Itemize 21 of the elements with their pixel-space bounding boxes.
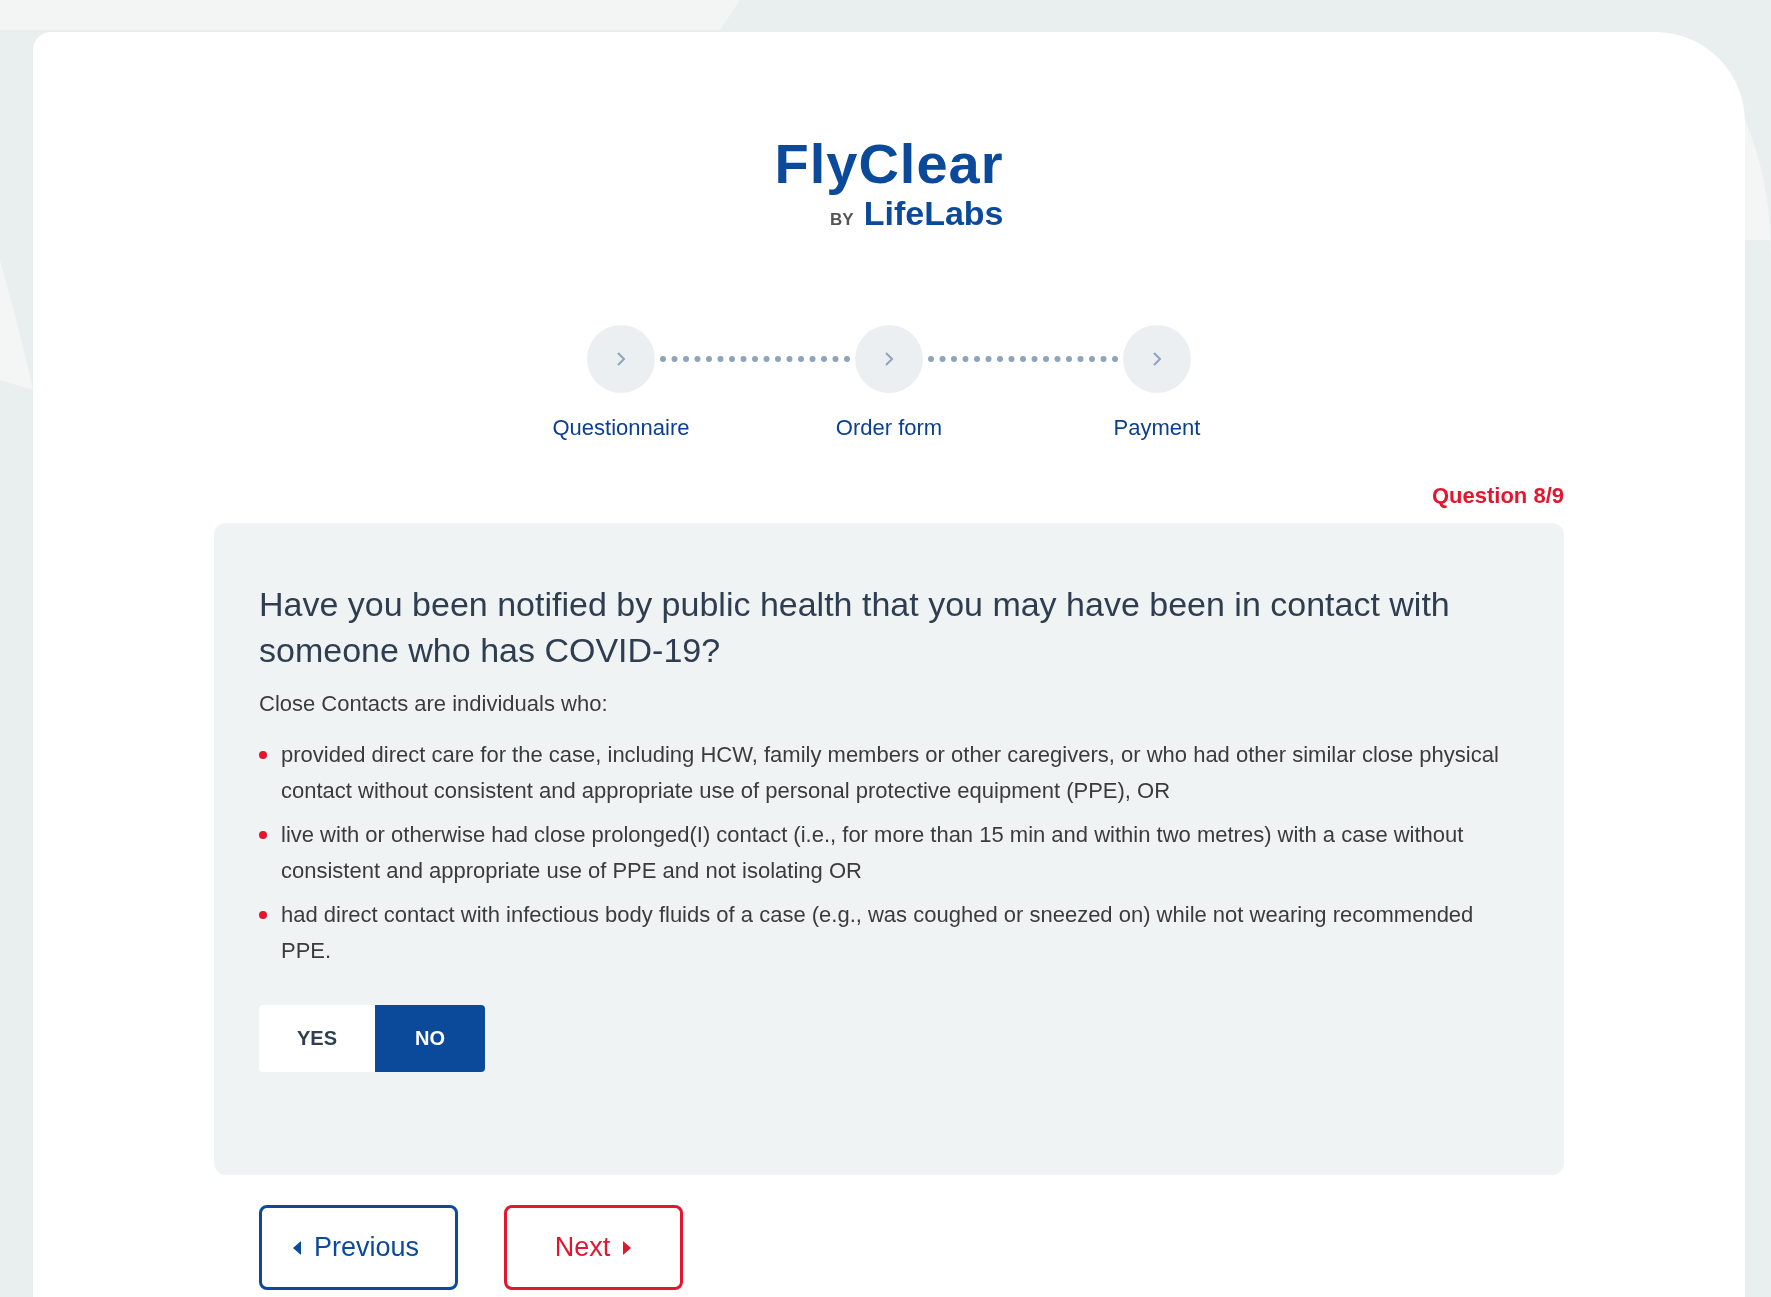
previous-button[interactable]: Previous [259, 1205, 458, 1290]
bullet-text: had direct contact with infectious body fluids of a case (e.g., was coughed or sneezed on) while not wearing recommended PPE. [281, 901, 1475, 965]
bullet-icon [259, 831, 267, 839]
logo-byline: BY [830, 210, 854, 230]
answer-option[interactable]: NO [375, 1005, 486, 1072]
question-counter: Question 8/9 [1431, 483, 1564, 509]
chevron-right-icon [616, 351, 626, 367]
step-label[interactable]: Order form [835, 415, 943, 441]
bullet-icon [259, 751, 267, 759]
step-label[interactable]: Payment [1113, 415, 1201, 441]
chevron-right-icon [1152, 351, 1162, 367]
next-button[interactable]: Next [504, 1205, 683, 1290]
question-title: Have you been notified by public health that you may have been in contact with someone who has COVID-19? [259, 584, 1451, 671]
step-label[interactable]: Questionnaire [552, 415, 690, 441]
bullet-icon [259, 911, 267, 919]
answer-option[interactable]: YES [259, 1005, 376, 1072]
chevron-right-icon [884, 351, 894, 367]
logo-maker: LifeLabs [863, 194, 1004, 233]
question-intro: Close Contacts are individuals who: [259, 691, 609, 717]
caret-right-icon [622, 1239, 633, 1256]
caret-left-icon [292, 1239, 302, 1256]
